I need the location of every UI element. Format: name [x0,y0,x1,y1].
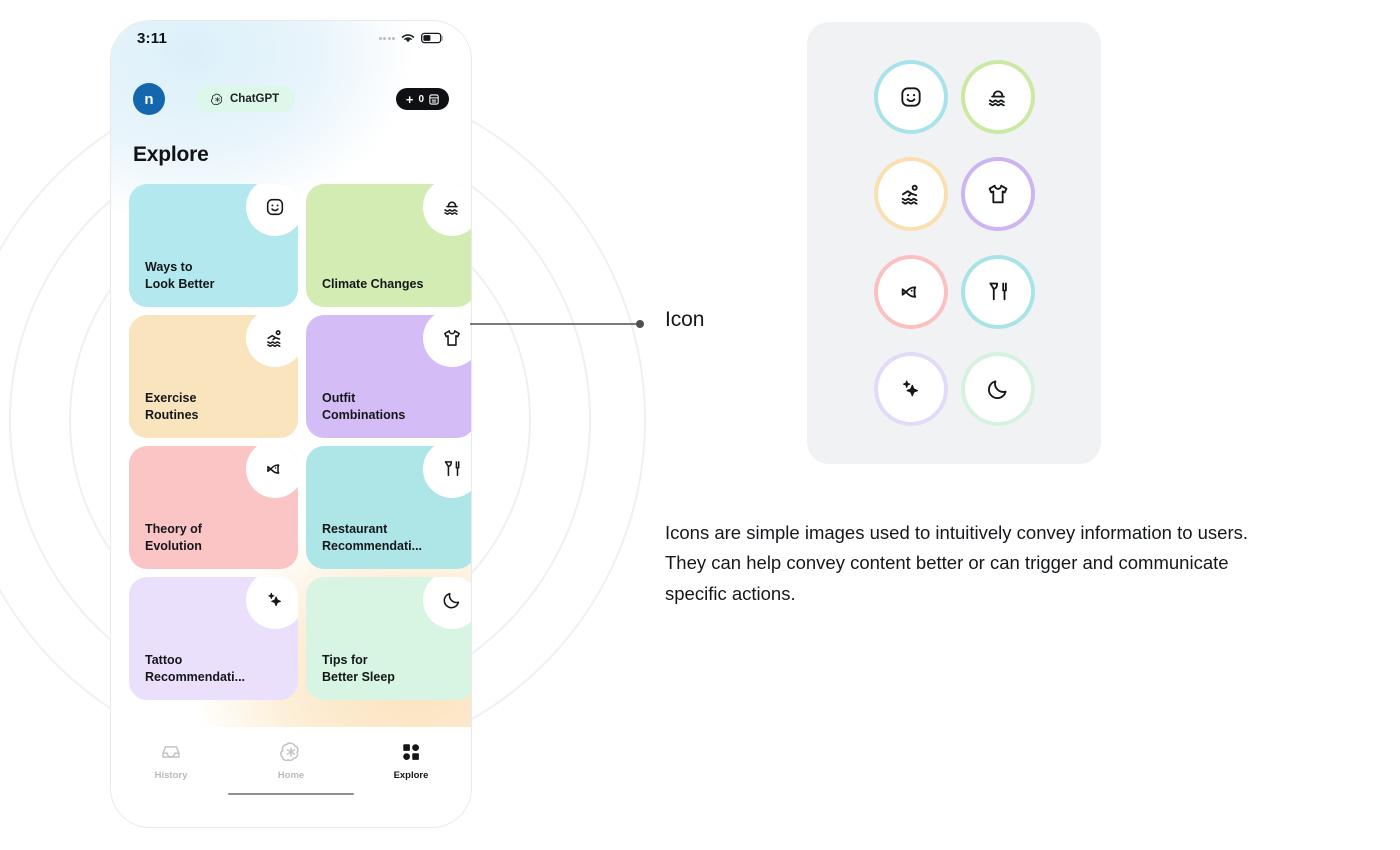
explore-card[interactable]: Ways to Look Better [129,184,298,307]
new-chat-count: 0 [418,93,424,105]
explore-card[interactable]: Exercise Routines [129,315,298,438]
explore-card[interactable]: Restaurant Recommendati... [306,446,471,569]
card-label: Tattoo Recommendati... [145,652,246,684]
explore-card[interactable]: Climate Changes [306,184,471,307]
explore-card[interactable]: Outfit Combinations [306,315,471,438]
tab-label: Home [277,770,305,781]
card-icon-badge [246,577,298,629]
icon-chip-cutlery[interactable] [964,258,1031,325]
fish-icon [267,464,280,474]
card-icon-badge [246,446,298,498]
icon-chip-sun-waves[interactable] [964,63,1031,130]
moon-icon [443,592,460,609]
swimmer-icon [267,330,281,347]
card-icon-badge [246,315,298,367]
tab-explore[interactable]: Explore [351,741,471,781]
inbox-icon [162,746,180,758]
avatar-initial: n [144,90,154,108]
status-time: 3:11 [137,29,167,47]
card-icon-badge [423,184,471,236]
card-label: Outfit Combinations [322,390,406,422]
archive-list-icon [429,93,439,105]
tab-label: History [154,770,188,781]
icon-chip-fish[interactable] [877,258,944,325]
new-chat-button[interactable]: + 0 [395,88,449,110]
app-header: n ChatGPT + 0 [111,79,471,119]
card-icon-badge [246,184,298,236]
callout-label: Icon [665,308,705,331]
avatar[interactable]: n [133,83,165,115]
sun-waves-icon [444,201,458,215]
status-indicators [378,32,446,44]
sparkles-icon [902,380,918,397]
smiley-face-icon [266,198,284,216]
card-icon-badge [423,315,471,367]
icon-chip-swimmer[interactable] [877,161,944,228]
battery-icon [421,32,443,44]
tshirt-icon [988,184,1007,204]
card-label: Restaurant Recommendati... [322,521,423,553]
fish-icon [901,286,916,298]
cutlery-icon [444,461,460,477]
icon-chip-tshirt[interactable] [964,161,1031,228]
endpoint-dot-icon [636,320,644,328]
sun-waves-icon [988,90,1005,107]
model-pill-label: ChatGPT [230,93,280,105]
explore-card-grid: Ways to Look Better Climate Changes Exerci… [119,184,471,700]
tab-label: Explore [393,770,429,781]
model-selector-pill[interactable]: ChatGPT [195,86,296,112]
card-label: Theory of Evolution [145,521,202,553]
plus-icon: + [405,91,414,107]
card-label: Tips for Better Sleep [322,652,395,684]
icon-chip-sparkles[interactable] [877,356,944,423]
explore-card[interactable]: Tips for Better Sleep [306,577,471,700]
card-icon-badge [423,446,471,498]
icon-chip-smiley-face[interactable] [877,63,944,130]
description-text: Icons are simple images used to intuitiv… [665,522,1249,604]
explore-card[interactable]: Tattoo Recommendati... [129,577,298,700]
annotation-canvas: 3:11 n ChatGPT + 0 Explore Ways to Look … [0,0,1400,850]
smiley-face-icon [900,87,921,107]
grid-squares-icon [403,744,419,760]
bottom-tab-bar: History Home Explore [111,727,471,827]
phone-mockup: 3:11 n ChatGPT + 0 Explore Ways to Look … [110,20,472,828]
icon-chip-moon[interactable] [964,356,1031,423]
moon-icon [987,380,1007,400]
wifi-icon [401,34,415,43]
cutlery-icon [988,282,1007,301]
openai-logo-icon [280,742,299,762]
tab-history[interactable]: History [111,741,231,781]
card-label: Ways to Look Better [145,259,215,291]
openai-logo-icon [211,93,223,105]
card-label: Exercise Routines [145,390,199,422]
leader-line-icon [470,320,644,328]
explore-card[interactable]: Theory of Evolution [129,446,298,569]
tshirt-icon [444,330,460,346]
tab-home[interactable]: Home [231,741,351,781]
phone-screen: 3:11 n ChatGPT + 0 Explore Ways to Look … [111,21,471,827]
home-indicator [228,792,354,795]
status-bar: 3:11 [111,21,471,55]
card-icon-badge [423,577,471,629]
page-title: Explore [133,143,209,166]
swimmer-icon [901,184,918,205]
card-label: Climate Changes [322,276,424,291]
signal-dots-icon [378,36,395,40]
icon-showcase-panel [807,22,1101,464]
sparkles-icon [268,592,282,607]
